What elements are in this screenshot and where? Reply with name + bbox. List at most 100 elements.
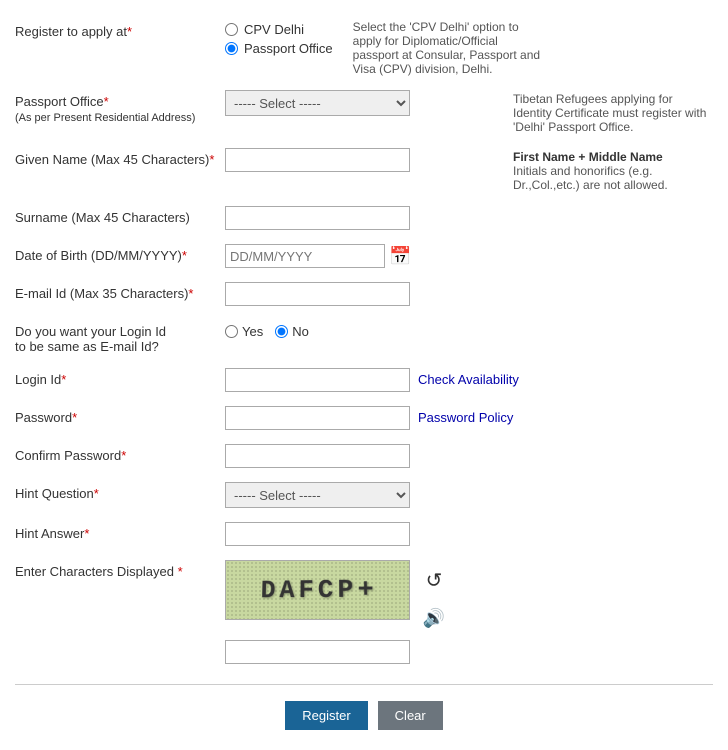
email-input[interactable] xyxy=(225,282,410,306)
confirm-password-row: Confirm Password* xyxy=(15,444,713,468)
login-id-label-col: Login Id* xyxy=(15,368,225,387)
login-same-input-col: Yes No xyxy=(225,320,503,339)
register-at-info: Select the 'CPV Delhi' option to apply f… xyxy=(333,20,543,76)
captcha-label-col: Enter Characters Displayed * xyxy=(15,560,225,579)
login-id-input-col: Check Availability xyxy=(225,368,519,392)
surname-label: Surname xyxy=(15,210,68,225)
no-option[interactable]: No xyxy=(275,324,309,339)
login-same-radio-group: Yes No xyxy=(225,320,309,339)
registration-form: Register to apply at* CPV Delhi Passport… xyxy=(0,0,728,750)
email-note: (Max 35 Characters) xyxy=(70,286,188,301)
email-label-col: E-mail Id (Max 35 Characters)* xyxy=(15,282,225,301)
captcha-input-col: DAFCP+ ↺ 🔊 xyxy=(225,560,503,664)
dob-required: * xyxy=(182,248,187,263)
given-name-row: Given Name (Max 45 Characters)* First Na… xyxy=(15,148,713,192)
dob-label-col: Date of Birth (DD/MM/YYYY)* xyxy=(15,244,225,263)
confirm-password-label-col: Confirm Password* xyxy=(15,444,225,463)
yes-radio[interactable] xyxy=(225,325,238,338)
dob-input-wrap: 📅 xyxy=(225,244,411,268)
captcha-audio-button[interactable]: 🔊 xyxy=(418,602,450,634)
passport-office-required: * xyxy=(104,94,109,109)
password-input[interactable] xyxy=(225,406,410,430)
register-at-options: CPV Delhi Passport Office xyxy=(225,20,333,56)
check-availability-link[interactable]: Check Availability xyxy=(418,368,519,387)
password-input-col: Password Policy xyxy=(225,406,513,430)
surname-note: (Max 45 Characters) xyxy=(71,210,189,225)
given-name-label-col: Given Name (Max 45 Characters)* xyxy=(15,148,225,167)
register-at-required: * xyxy=(127,24,132,39)
passport-office-info: Tibetan Refugees applying for Identity C… xyxy=(503,90,713,134)
passport-office-select[interactable]: ----- Select ----- xyxy=(225,90,410,116)
hint-question-label: Hint Question xyxy=(15,486,94,501)
cpv-delhi-radio[interactable] xyxy=(225,23,238,36)
hint-question-label-col: Hint Question* xyxy=(15,482,225,501)
cpv-delhi-label: CPV Delhi xyxy=(244,22,304,37)
login-id-label: Login Id xyxy=(15,372,61,387)
given-name-required: * xyxy=(209,152,214,167)
login-same-label2: to be same as E-mail Id? xyxy=(15,339,159,354)
hint-question-input-col: ----- Select ----- xyxy=(225,482,503,508)
given-name-info: First Name + Middle Name Initials and ho… xyxy=(503,148,713,192)
given-name-input[interactable] xyxy=(225,148,410,172)
passport-office-option[interactable]: Passport Office xyxy=(225,41,333,56)
captcha-text-display: DAFCP+ xyxy=(260,574,378,605)
captcha-input[interactable] xyxy=(225,640,410,664)
hint-answer-label-col: Hint Answer* xyxy=(15,522,225,541)
login-id-required: * xyxy=(61,372,66,387)
dob-input-col: 📅 xyxy=(225,244,503,268)
surname-label-col: Surname (Max 45 Characters) xyxy=(15,206,225,225)
surname-input[interactable] xyxy=(225,206,410,230)
captcha-required: * xyxy=(174,564,183,579)
hint-answer-input-col xyxy=(225,522,503,546)
captcha-image: DAFCP+ xyxy=(225,560,410,620)
yes-label: Yes xyxy=(242,324,263,339)
passport-office-label-col: Passport Office* (As per Present Residen… xyxy=(15,90,225,124)
hint-question-select[interactable]: ----- Select ----- xyxy=(225,482,410,508)
email-required: * xyxy=(188,286,193,301)
hint-question-required: * xyxy=(94,486,99,501)
confirm-password-required: * xyxy=(121,448,126,463)
calendar-icon[interactable]: 📅 xyxy=(389,246,411,267)
passport-office-sublabel: (As per Present Residential Address) xyxy=(15,112,195,124)
email-row: E-mail Id (Max 35 Characters)* xyxy=(15,282,713,306)
password-label: Password xyxy=(15,410,72,425)
password-required: * xyxy=(72,410,77,425)
register-at-text: Register to apply at xyxy=(15,24,127,39)
captcha-label: Enter Characters Displayed xyxy=(15,564,174,579)
given-name-label: Given Name xyxy=(15,152,87,167)
login-same-label-col: Do you want your Login Id to be same as … xyxy=(15,320,225,354)
surname-input-col xyxy=(225,206,503,230)
confirm-password-input-col xyxy=(225,444,503,468)
hint-answer-input[interactable] xyxy=(225,522,410,546)
yes-option[interactable]: Yes xyxy=(225,324,263,339)
given-name-note: (Max 45 Characters) xyxy=(91,152,209,167)
given-name-input-col xyxy=(225,148,503,172)
hint-answer-row: Hint Answer* xyxy=(15,522,713,546)
passport-office-input-col: ----- Select ----- xyxy=(225,90,503,116)
captcha-refresh-button[interactable]: ↺ xyxy=(418,564,450,596)
email-input-col xyxy=(225,282,503,306)
no-radio[interactable] xyxy=(275,325,288,338)
login-id-input[interactable] xyxy=(225,368,410,392)
cpv-delhi-option[interactable]: CPV Delhi xyxy=(225,22,333,37)
dob-row: Date of Birth (DD/MM/YYYY)* 📅 xyxy=(15,244,713,268)
register-button[interactable]: Register xyxy=(285,701,367,730)
email-label: E-mail Id xyxy=(15,286,66,301)
passport-office-row: Passport Office* (As per Present Residen… xyxy=(15,90,713,134)
passport-office-radio[interactable] xyxy=(225,42,238,55)
confirm-password-input[interactable] xyxy=(225,444,410,468)
clear-button[interactable]: Clear xyxy=(378,701,443,730)
login-id-row: Login Id* Check Availability xyxy=(15,368,713,392)
password-policy-link[interactable]: Password Policy xyxy=(418,406,513,425)
passport-office-radio-label: Passport Office xyxy=(244,41,333,56)
dob-input[interactable] xyxy=(225,244,385,268)
confirm-password-label: Confirm Password xyxy=(15,448,121,463)
register-at-label: Register to apply at* xyxy=(15,20,225,39)
captcha-row: Enter Characters Displayed * DAFCP+ ↺ 🔊 xyxy=(15,560,713,664)
password-row: Password* Password Policy xyxy=(15,406,713,430)
hint-answer-required: * xyxy=(84,526,89,541)
no-label: No xyxy=(292,324,309,339)
hint-question-row: Hint Question* ----- Select ----- xyxy=(15,482,713,508)
login-same-row: Do you want your Login Id to be same as … xyxy=(15,320,713,354)
register-at-row: Register to apply at* CPV Delhi Passport… xyxy=(15,20,713,76)
